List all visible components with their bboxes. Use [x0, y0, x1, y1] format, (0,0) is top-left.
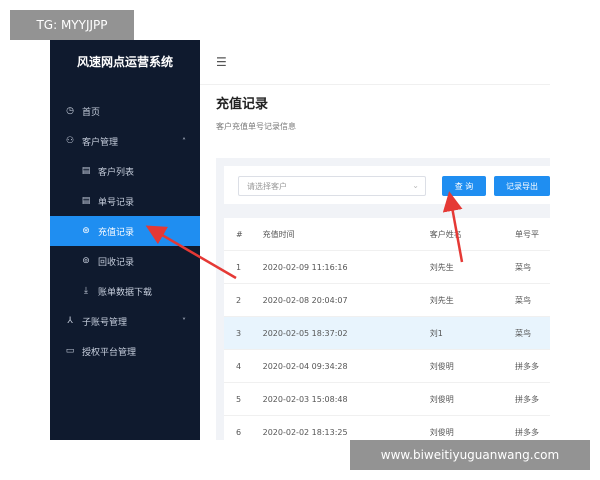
cell-index: 2 [224, 283, 262, 317]
column-header-index: # [236, 229, 243, 239]
cell-index: 3 [224, 316, 262, 350]
search-button[interactable]: 查 询 [442, 176, 486, 196]
chevron-down-icon: ˅ [182, 316, 186, 326]
watermark-bottom-right: www.biweitiyuguanwang.com [350, 440, 590, 470]
sidebar-item-label: 回收记录 [98, 257, 135, 268]
sidebar: 风速网点运营系统 ◷ 首页 ⚇ 客户管理 ˄ ▤ 客户列表 ▤ 单号记录 ⊛ 充… [50, 40, 200, 440]
sidebar-item-recharge-records[interactable]: ⊛ 充值记录 [50, 216, 200, 246]
table-row[interactable]: 1 2020-02-09 11:16:16 刘先生 菜鸟 [224, 250, 550, 284]
cell-platform: 拼多多 [513, 349, 550, 383]
filter-bar: 请选择客户 ⌄ 查 询 记录导出 [224, 166, 550, 204]
doc-icon: ▤ [81, 196, 91, 206]
cell-platform: 菜鸟 [513, 250, 550, 284]
cell-time: 2020-02-08 20:04:07 [261, 283, 429, 317]
cell-customer: 刘俊明 [428, 349, 514, 383]
table-row[interactable]: 4 2020-02-04 09:34:28 刘俊明 拼多多 [224, 349, 550, 383]
sidebar-item-customer-list[interactable]: ▤ 客户列表 [50, 156, 200, 186]
table-row[interactable]: 5 2020-02-03 15:08:48 刘俊明 拼多多 [224, 382, 550, 416]
page-title: 充值记录 [216, 97, 269, 112]
sidebar-item-label: 授权平台管理 [82, 347, 137, 358]
watermark-top-left: TG: MYYJJPP [10, 10, 134, 40]
platform-icon: ▭ [65, 346, 75, 356]
cell-customer: 刘1 [428, 316, 514, 350]
sidebar-item-label: 客户列表 [98, 167, 135, 178]
app-title: 风速网点运营系统 [76, 55, 173, 69]
page-subtitle: 客户充值单号记录信息 [216, 122, 296, 131]
cell-index: 4 [224, 349, 262, 383]
main-content: ☰ 充值记录 客户充值单号记录信息 请选择客户 ⌄ 查 询 记录导出 # 充值时… [200, 40, 550, 448]
export-button[interactable]: 记录导出 [494, 176, 550, 196]
menu-toggle-icon[interactable]: ☰ [216, 55, 227, 69]
sub-account-icon: ⅄ [67, 316, 73, 326]
chevron-up-icon: ˄ [182, 136, 186, 146]
customer-select-placeholder: 请选择客户 [247, 181, 287, 191]
sidebar-item-label: 单号记录 [98, 197, 135, 208]
cell-customer: 刘先生 [428, 250, 514, 284]
users-icon: ⚇ [65, 136, 75, 146]
cell-platform: 拼多多 [513, 382, 550, 416]
sidebar-item-label: 客户管理 [82, 137, 119, 148]
sidebar-item-bill-download[interactable]: ⤓ 账单数据下载 [50, 276, 200, 306]
table-header-row: # 充值时间 客户姓名 单号平 [224, 218, 550, 251]
cell-time: 2020-02-04 09:34:28 [261, 349, 429, 383]
cell-time: 2020-02-05 18:37:02 [261, 316, 429, 350]
dashboard-icon: ◷ [66, 106, 74, 116]
cell-platform: 菜鸟 [513, 283, 550, 317]
records-table-card: # 充值时间 客户姓名 单号平 1 2020-02-09 11:16:16 刘先… [224, 218, 550, 448]
cell-customer: 刘先生 [428, 283, 514, 317]
sidebar-item-tracking-records[interactable]: ▤ 单号记录 [50, 186, 200, 216]
sidebar-nav: ◷ 首页 ⚇ 客户管理 ˄ ▤ 客户列表 ▤ 单号记录 ⊛ 充值记录 ⊚ 回收记… [50, 96, 200, 366]
sidebar-item-label: 首页 [82, 107, 101, 118]
cell-customer: 刘俊明 [428, 382, 514, 416]
doc-icon: ▤ [81, 166, 91, 176]
table-row[interactable]: 2 2020-02-08 20:04:07 刘先生 菜鸟 [224, 283, 550, 317]
cell-index: 6 [224, 415, 262, 448]
column-header-customer[interactable]: 客户姓名 [429, 218, 514, 251]
sidebar-item-label: 账单数据下载 [98, 287, 153, 298]
chevron-down-icon: ⌄ [412, 181, 419, 190]
cell-time: 2020-02-03 15:08:48 [261, 382, 429, 416]
sidebar-item-sub-account[interactable]: ⅄ 子账号管理 ˅ [50, 306, 200, 336]
topbar: ☰ [200, 40, 550, 85]
table-row[interactable]: 3 2020-02-05 18:37:02 刘1 菜鸟 [224, 316, 550, 350]
sidebar-item-customer-management[interactable]: ⚇ 客户管理 ˄ [50, 126, 200, 156]
sidebar-item-home[interactable]: ◷ 首页 [50, 96, 200, 126]
customer-select[interactable]: 请选择客户 ⌄ [238, 176, 426, 196]
sidebar-item-label: 子账号管理 [82, 317, 128, 328]
recycle-icon: ⊚ [82, 256, 90, 266]
cell-time: 2020-02-09 11:16:16 [261, 250, 429, 284]
sidebar-item-label: 充值记录 [98, 227, 135, 238]
column-header-time[interactable]: 充值时间 [262, 218, 429, 251]
sidebar-item-platform-auth[interactable]: ▭ 授权平台管理 [50, 336, 200, 366]
cell-index: 1 [224, 250, 262, 284]
content-panel: 请选择客户 ⌄ 查 询 记录导出 # 充值时间 客户姓名 单号平 1 2020-… [216, 158, 550, 448]
sidebar-item-recycle-records[interactable]: ⊚ 回收记录 [50, 246, 200, 276]
recharge-icon: ⊛ [82, 226, 90, 236]
column-header-platform[interactable]: 单号平 [514, 218, 550, 251]
download-icon: ⤓ [84, 286, 88, 296]
cell-index: 5 [224, 382, 262, 416]
cell-platform: 菜鸟 [513, 316, 550, 350]
records-table: # 充值时间 客户姓名 单号平 1 2020-02-09 11:16:16 刘先… [224, 218, 550, 448]
